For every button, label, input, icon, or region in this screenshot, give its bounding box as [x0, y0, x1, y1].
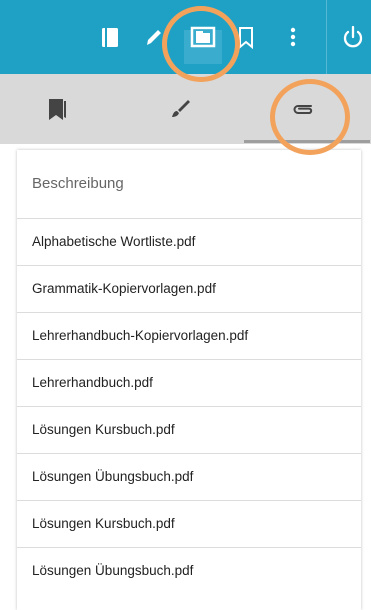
list-item[interactable]: Lösungen Kursbuch.pdf — [17, 501, 361, 548]
active-tab-indicator — [244, 140, 370, 143]
sidebar-tabs — [0, 74, 371, 144]
list-item[interactable]: Lehrerhandbuch.pdf — [17, 360, 361, 407]
attachments-panel: Beschreibung Alphabetische Wortliste.pdf… — [17, 150, 361, 610]
tab-bookmarks[interactable] — [0, 74, 120, 144]
toolbar-separator — [326, 0, 327, 74]
paperclip-icon — [290, 96, 316, 122]
list-item[interactable]: Lösungen Übungsbuch.pdf — [17, 454, 361, 501]
panel-header: Beschreibung — [17, 150, 361, 219]
presentation-icon[interactable] — [188, 22, 218, 52]
brush-icon — [168, 96, 194, 122]
more-vertical-icon[interactable] — [278, 22, 308, 52]
top-toolbar — [0, 0, 371, 74]
tab-drawings[interactable] — [124, 74, 244, 144]
power-icon[interactable] — [338, 22, 368, 52]
tab-attachments[interactable] — [246, 74, 366, 144]
bookmark-icon[interactable] — [231, 22, 261, 52]
book-icon[interactable] — [95, 22, 125, 52]
list-item[interactable]: Lösungen Übungsbuch.pdf — [17, 548, 361, 594]
list-item[interactable]: Lösungen Kursbuch.pdf — [17, 407, 361, 454]
list-item[interactable]: Lehrerhandbuch-Kopiervorlagen.pdf — [17, 313, 361, 360]
pencil-icon[interactable] — [139, 22, 169, 52]
list-item[interactable]: Grammatik-Kopiervorlagen.pdf — [17, 266, 361, 313]
list-item[interactable]: Alphabetische Wortliste.pdf — [17, 219, 361, 266]
bookmarks-icon — [44, 96, 70, 122]
